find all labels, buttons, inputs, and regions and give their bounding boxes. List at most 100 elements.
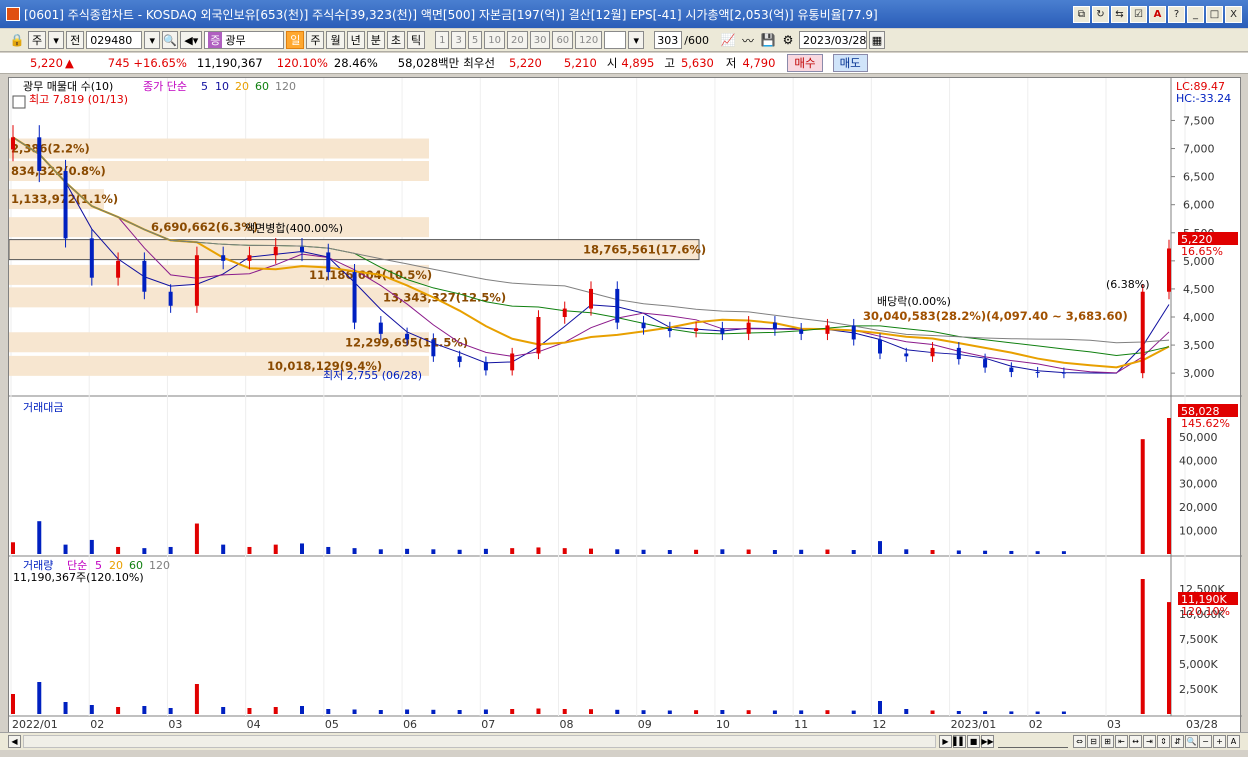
tool-icon-8[interactable]: ⇵	[1171, 735, 1184, 748]
volume-bar	[63, 702, 68, 714]
table-icon[interactable]	[12, 95, 26, 109]
x-tick-label: 04	[247, 718, 261, 731]
tool-icon-3[interactable]: ⊞	[1101, 735, 1114, 748]
maximize-button[interactable]: □	[1206, 5, 1223, 23]
interval-10[interactable]: 10	[484, 31, 505, 49]
play-icon[interactable]: ▶	[939, 735, 952, 748]
buy-button[interactable]: 매수	[787, 54, 823, 72]
amount-bar	[694, 549, 699, 554]
scroll-left-icon[interactable]: ◀	[8, 735, 21, 748]
chart-canvas[interactable]: 2,386(2.2%)834,322(0.8%)1,133,972(1.1%)6…	[9, 78, 1242, 736]
fast-forward-icon[interactable]: ▶▶	[981, 735, 994, 748]
amount-tick-label: 50,000	[1179, 431, 1218, 444]
amount-bar	[1035, 551, 1040, 554]
help-icon[interactable]: ?	[1168, 5, 1185, 23]
amount-bar	[378, 549, 383, 554]
indicator-icon[interactable]: 〰	[739, 31, 757, 49]
tool-icon-6[interactable]: ⇥	[1143, 735, 1156, 748]
swap-icon[interactable]: ⇆	[1111, 5, 1128, 23]
settings-icon[interactable]: ⚙	[779, 31, 797, 49]
amount-bar	[536, 547, 541, 554]
candle-body	[431, 339, 436, 357]
zoom-in-icon[interactable]: +	[1213, 735, 1226, 748]
high-annotation: 최고 7,819 (01/13)	[29, 93, 128, 106]
zoom-slider[interactable]	[998, 735, 1068, 748]
amount-bar	[799, 549, 804, 554]
save-icon[interactable]: 💾	[759, 31, 777, 49]
tool-icon-4[interactable]: ⇤	[1115, 735, 1128, 748]
title-bar: [0601] 주식종합차트 - KOSDAQ 외국인보유[653(천)] 주식수…	[0, 0, 1248, 28]
amount-bar	[11, 542, 15, 554]
tool-icon-1[interactable]: ⇔	[1073, 735, 1086, 748]
period-day-button[interactable]: 일	[286, 31, 305, 49]
tool-icon-2[interactable]: ⊟	[1087, 735, 1100, 748]
date-input[interactable]: 2023/03/28	[798, 31, 867, 49]
period-second-button[interactable]: 초	[386, 31, 405, 49]
volume-bar	[457, 710, 462, 714]
stop-icon[interactable]: ■	[967, 735, 980, 748]
sell-button[interactable]: 매도	[832, 54, 868, 72]
interval-3[interactable]: 3	[451, 31, 466, 49]
price-tick-label: 7,500	[1183, 114, 1215, 127]
code-input[interactable]: 029480	[86, 31, 143, 49]
calendar-icon[interactable]: ▦	[868, 31, 885, 49]
amount-bar	[1167, 418, 1171, 554]
volume-bar	[352, 709, 357, 714]
period-tick-button[interactable]: 틱	[406, 31, 426, 49]
refresh-icon[interactable]: ↻	[1092, 5, 1109, 23]
candle-body	[1009, 367, 1014, 373]
volume-bar	[536, 708, 541, 714]
interval-20[interactable]: 20	[506, 31, 528, 49]
volume-bar	[168, 708, 173, 714]
volume-bar	[247, 708, 252, 714]
zoom-out-icon[interactable]: −	[1199, 735, 1212, 748]
period-year-button[interactable]: 년	[346, 31, 365, 49]
range-annotation: 30,040,583(28.2%)(4,097.40 ~ 3,683.60)	[863, 309, 1128, 323]
amount-bar	[483, 548, 488, 554]
period-week-button[interactable]: 주	[306, 31, 325, 49]
close-button[interactable]: X	[1225, 5, 1242, 23]
price-tick-label: 7,000	[1183, 143, 1215, 156]
font-icon[interactable]: A	[1149, 5, 1166, 23]
font-size-icon[interactable]: A	[1227, 735, 1240, 748]
period-minute-button[interactable]: 분	[366, 31, 385, 49]
x-tick-label: 03/28	[1186, 718, 1218, 731]
interval-120[interactable]: 120	[575, 31, 603, 49]
lock-icon[interactable]: 🔒	[8, 31, 26, 49]
price-legend-name: 광무 매물대 수(10)	[23, 80, 113, 93]
checklist-icon[interactable]: ☑	[1130, 5, 1147, 23]
search-icon[interactable]: 🔍	[162, 31, 179, 49]
amount-bar	[589, 548, 593, 554]
zoom-icon[interactable]: 🔍	[1185, 735, 1198, 748]
interval-30[interactable]: 30	[529, 31, 551, 49]
period-month-button[interactable]: 월	[326, 31, 345, 49]
asset-type-select[interactable]: 주	[28, 31, 47, 49]
pause-icon[interactable]: ▌▌	[953, 735, 966, 748]
chevron-down-icon[interactable]: ▾	[48, 31, 65, 49]
volume-bar	[878, 701, 882, 714]
code-dropdown-icon[interactable]: ▾	[144, 31, 161, 49]
volume-bar	[194, 684, 199, 714]
volume-profile: 2,386(2.2%)834,322(0.8%)1,133,972(1.1%)6…	[9, 138, 706, 376]
interval-60[interactable]: 60	[552, 31, 574, 49]
interval-dropdown-icon[interactable]: ▾	[628, 31, 645, 49]
stock-name-field[interactable]: 증 광무	[204, 31, 285, 49]
count-input[interactable]: 303	[654, 31, 683, 49]
pct-annotation: (6.38%)	[1106, 278, 1150, 291]
chart-area[interactable]: 2,386(2.2%)834,322(0.8%)1,133,972(1.1%)6…	[8, 77, 1242, 737]
custom-interval-input[interactable]	[604, 31, 627, 49]
interval-5[interactable]: 5	[467, 31, 483, 49]
tool-icon-5[interactable]: ↔	[1129, 735, 1142, 748]
scroll-track[interactable]	[23, 735, 936, 748]
sound-icon[interactable]: ◀▾	[180, 31, 203, 49]
link-icon[interactable]: ⧉	[1073, 5, 1090, 23]
x-tick-label: 12	[872, 718, 886, 731]
candle-body	[1061, 372, 1066, 374]
interval-1[interactable]: 1	[435, 31, 450, 49]
minimize-button[interactable]: _	[1187, 5, 1204, 23]
amount-bar	[457, 549, 462, 554]
tool-icon-7[interactable]: ⇕	[1157, 735, 1170, 748]
amount-bar	[878, 541, 882, 554]
chart-type-icon[interactable]: 📈	[719, 31, 737, 49]
prev-button[interactable]: 전	[66, 31, 85, 49]
